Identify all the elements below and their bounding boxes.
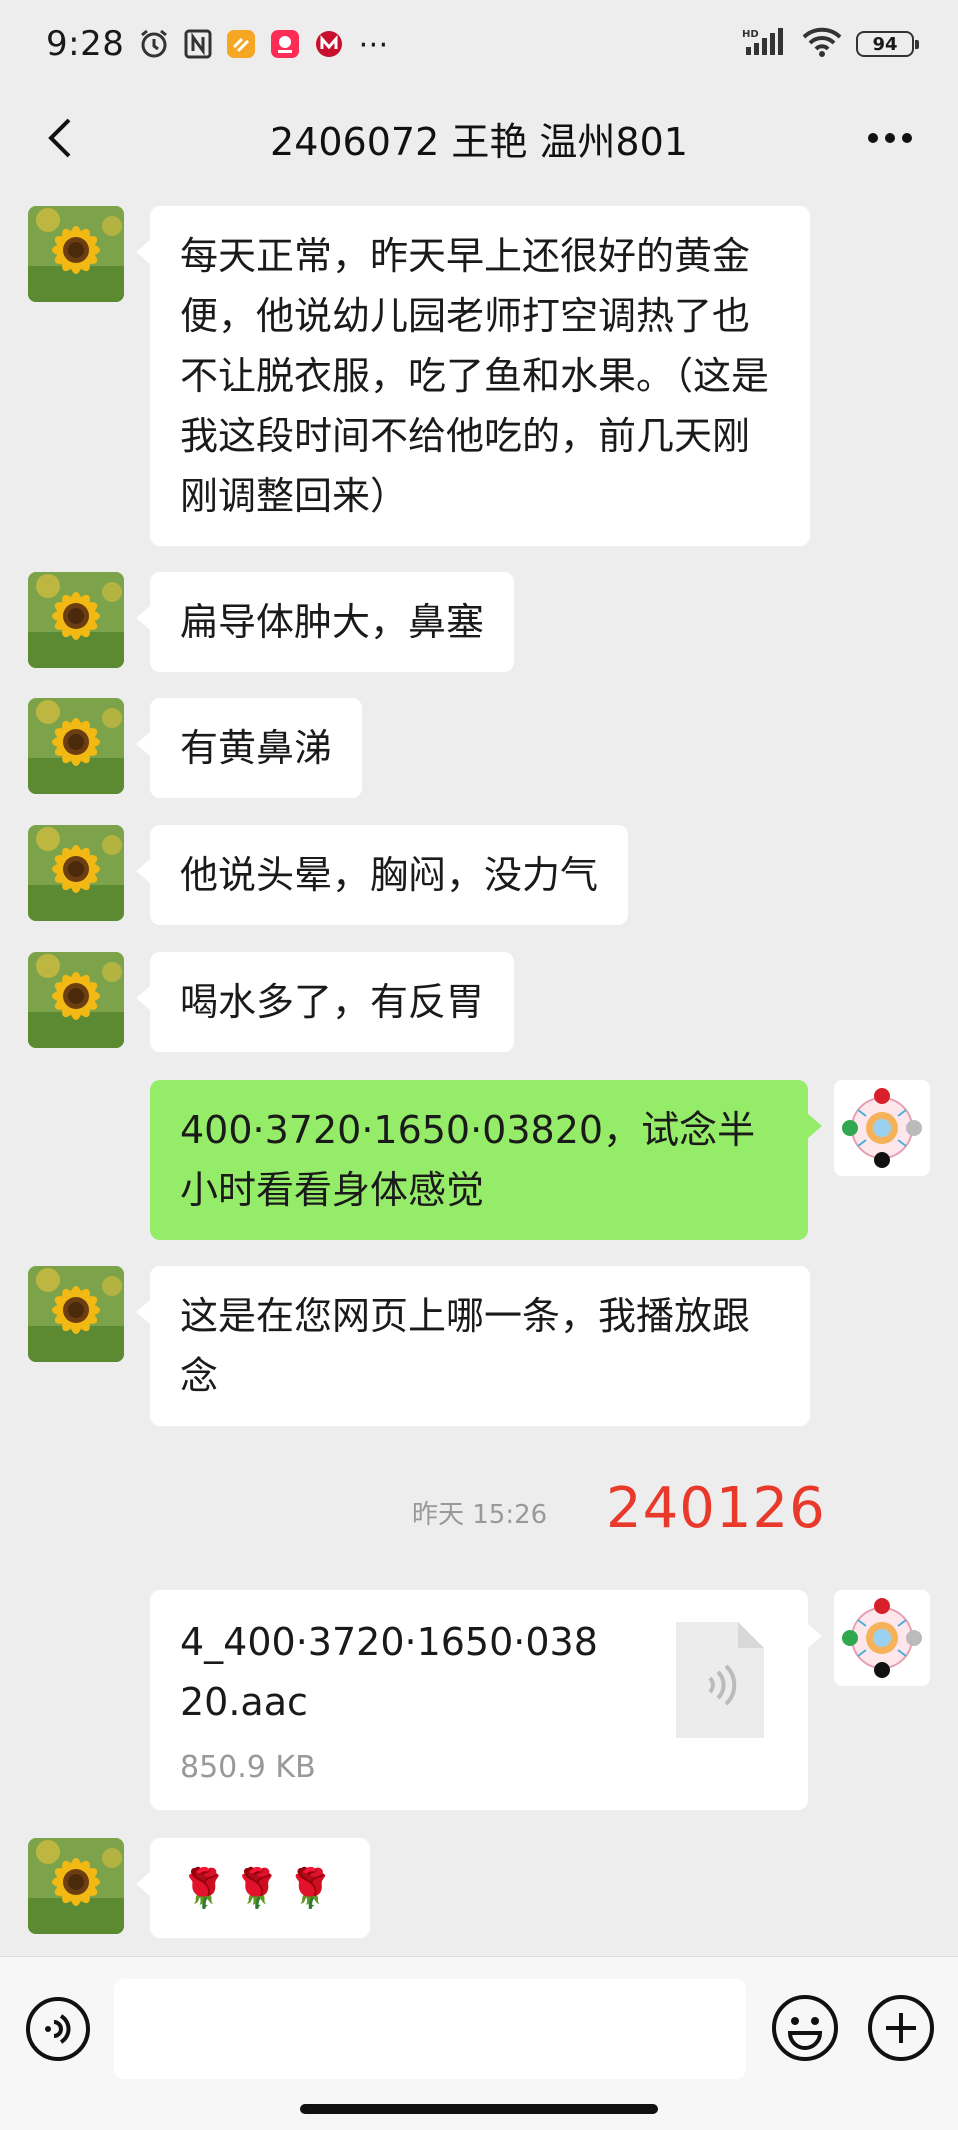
message-text: 扁导体肿大，鼻塞 bbox=[180, 600, 485, 644]
battery-indicator: 94 bbox=[856, 31, 919, 57]
message-bubble[interactable]: 有黄鼻涕 bbox=[135, 698, 363, 798]
rose-emoji-text: 🌹🌹🌹 bbox=[180, 1866, 340, 1910]
chevron-left-icon bbox=[48, 118, 71, 158]
message-bubble[interactable]: 这是在您网页上哪一条，我播放跟念 bbox=[136, 1266, 810, 1426]
my-avatar[interactable] bbox=[834, 1080, 930, 1176]
message-text: 这是在您网页上哪一条，我播放跟念 bbox=[180, 1294, 751, 1398]
nfc-icon bbox=[184, 29, 212, 59]
message-text: 喝水多了，有反胃 bbox=[180, 980, 485, 1024]
signal-icon: HD bbox=[742, 27, 788, 61]
sent-message-bubble[interactable]: 400·3720·1650·03820，试念半小时看看身体感觉 bbox=[150, 1080, 822, 1240]
more-actions-button[interactable] bbox=[866, 1993, 936, 2063]
my-avatar[interactable] bbox=[834, 1590, 930, 1686]
contact-avatar[interactable] bbox=[28, 572, 124, 668]
back-button[interactable] bbox=[36, 114, 84, 162]
contact-avatar[interactable] bbox=[28, 1266, 124, 1362]
alarm-icon bbox=[138, 28, 170, 60]
message-bubble[interactable]: 喝水多了，有反胃 bbox=[135, 952, 515, 1052]
message-bubble[interactable]: 他说头晕，胸闷，没力气 bbox=[135, 825, 629, 925]
chat-title: 2406072 王艳 温州801 bbox=[270, 119, 688, 164]
file-size: 850.9 KB bbox=[180, 1750, 316, 1785]
voice-icon bbox=[26, 1997, 90, 2061]
status-bar: 9:28 ⋯ HD 94 bbox=[0, 0, 958, 88]
app-notification-icon bbox=[226, 29, 256, 59]
message-text: 400·3720·1650·03820，试念半小时看看身体感觉 bbox=[180, 1108, 756, 1212]
more-options-button[interactable] bbox=[862, 114, 918, 162]
plus-icon bbox=[868, 1995, 934, 2061]
audio-file-icon bbox=[676, 1622, 764, 1738]
emoji-button[interactable] bbox=[770, 1993, 840, 2063]
chat-header: 2406072 王艳 温州801 bbox=[0, 88, 958, 188]
message-text: 有黄鼻涕 bbox=[180, 726, 333, 770]
svg-text:HD: HD bbox=[742, 29, 759, 40]
message-bubble[interactable]: 扁导体肿大，鼻塞 bbox=[135, 572, 515, 672]
message-bubble[interactable]: 🌹🌹🌹 bbox=[136, 1838, 370, 1938]
annotation-number: 240126 bbox=[606, 1476, 826, 1541]
message-input[interactable] bbox=[114, 1979, 746, 2079]
more-notifications-icon: ⋯ bbox=[358, 26, 391, 62]
app-notification-icon bbox=[270, 29, 300, 59]
smiley-icon bbox=[772, 1995, 838, 2061]
message-text: 每天正常，昨天早上还很好的黄金便，他说幼儿园老师打空调热了也不让脱衣服，吃了鱼和… bbox=[180, 234, 770, 518]
contact-avatar[interactable] bbox=[28, 825, 124, 921]
contact-avatar[interactable] bbox=[28, 206, 124, 302]
bank-app-icon bbox=[314, 29, 344, 59]
more-dots-icon bbox=[868, 133, 912, 143]
contact-avatar[interactable] bbox=[28, 952, 124, 1048]
message-timestamp: 昨天 15:26 bbox=[412, 1500, 548, 1530]
message-bubble[interactable]: 每天正常，昨天早上还很好的黄金便，他说幼儿园老师打空调热了也不让脱衣服，吃了鱼和… bbox=[136, 206, 810, 546]
message-text: 他说头晕，胸闷，没力气 bbox=[180, 853, 599, 897]
file-message-bubble[interactable]: 4_400·3720·1650·03820.aac 850.9 KB bbox=[150, 1590, 822, 1810]
voice-input-button[interactable] bbox=[24, 1995, 92, 2063]
home-indicator[interactable] bbox=[300, 2104, 658, 2114]
file-name: 4_400·3720·1650·03820.aac bbox=[180, 1620, 598, 1724]
contact-avatar[interactable] bbox=[28, 1838, 124, 1934]
contact-avatar[interactable] bbox=[28, 698, 124, 794]
wifi-icon bbox=[802, 27, 842, 61]
status-time: 9:28 bbox=[46, 24, 125, 64]
